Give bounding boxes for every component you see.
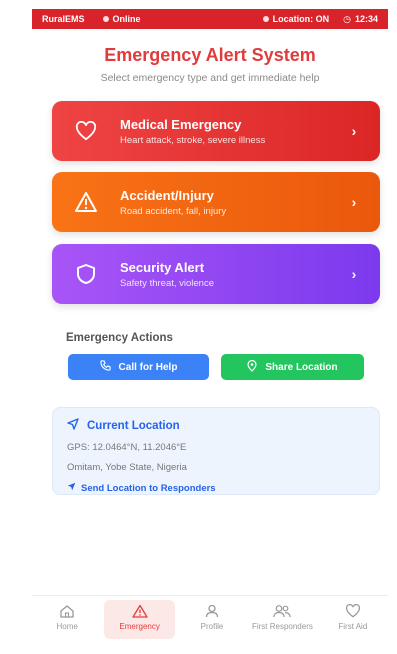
share-location-button[interactable]: Share Location xyxy=(221,354,364,380)
app-name: RuralEMS xyxy=(42,14,85,24)
online-dot-icon xyxy=(102,16,109,22)
alert-desc: Road accident, fall, injury xyxy=(120,205,227,217)
nav-profile[interactable]: Profile xyxy=(177,596,247,649)
nav-label: First Responders xyxy=(251,622,313,631)
nav-first-responders[interactable]: First Responders xyxy=(247,596,317,649)
share-label: Share Location xyxy=(265,361,338,373)
alert-title: Accident/Injury xyxy=(120,187,214,203)
alert-desc: Safety threat, violence xyxy=(120,277,214,289)
nav-first-aid[interactable]: First Aid xyxy=(318,596,388,649)
location-status: Location: ON xyxy=(272,14,330,24)
heart-icon xyxy=(72,117,100,145)
send-location-link[interactable]: Send Location to Responders xyxy=(67,482,365,494)
page-title: Emergency Alert System xyxy=(104,45,316,65)
alert-title: Medical Emergency xyxy=(120,116,242,132)
home-icon xyxy=(60,605,74,618)
medical-emergency-card[interactable]: Medical Emergency Heart attack, stroke, … xyxy=(52,101,380,161)
location-dot-icon xyxy=(262,16,269,22)
status-time: 12:34 xyxy=(354,14,378,24)
security-alert-card[interactable]: Security Alert Safety threat, violence › xyxy=(52,244,380,304)
nav-label: First Aid xyxy=(338,622,368,631)
chevron-right-icon: › xyxy=(351,266,357,282)
alert-desc: Heart attack, stroke, severe illness xyxy=(120,134,266,146)
accident-injury-card[interactable]: Accident/Injury Road accident, fall, inj… xyxy=(52,172,380,232)
gps-coordinates: GPS: 12.0464°N, 11.2046°E xyxy=(67,442,187,453)
page-subtitle: Select emergency type and get immediate … xyxy=(100,72,320,84)
bottom-navigation: Home Emergency Profile First Responders … xyxy=(32,595,388,649)
user-icon xyxy=(205,604,219,618)
users-icon xyxy=(273,605,292,618)
clock-icon: ◷ xyxy=(343,13,351,24)
status-bar: RuralEMS Online Location: ON ◷ 12:34 xyxy=(32,9,388,29)
warning-triangle-icon xyxy=(72,188,100,216)
chevron-right-icon: › xyxy=(351,123,357,139)
emergency-actions-title: Emergency Actions xyxy=(66,332,173,344)
navigation-arrow-icon xyxy=(67,418,79,433)
nav-home[interactable]: Home xyxy=(32,596,102,649)
app-screen: RuralEMS Online Location: ON ◷ 12:34 Eme… xyxy=(32,9,388,649)
nav-emergency[interactable]: Emergency xyxy=(104,600,175,639)
location-title: Current Location xyxy=(87,419,180,432)
phone-icon xyxy=(99,360,111,374)
call-label: Call for Help xyxy=(118,361,178,373)
current-location-card: Current Location GPS: 12.0464°N, 11.2046… xyxy=(52,407,380,495)
send-arrow-icon xyxy=(67,482,76,494)
nav-label: Profile xyxy=(200,622,224,631)
nav-label: Home xyxy=(56,622,78,631)
location-address: Omitam, Yobe State, Nigeria xyxy=(67,462,187,473)
nav-label: Emergency xyxy=(119,622,160,631)
alert-title: Security Alert xyxy=(120,259,205,275)
shield-icon xyxy=(72,260,100,288)
alert-triangle-icon xyxy=(131,604,148,618)
heart-outline-icon xyxy=(345,604,360,618)
connection-status: Online xyxy=(112,14,141,24)
call-for-help-button[interactable]: Call for Help xyxy=(68,354,209,380)
chevron-right-icon: › xyxy=(351,194,357,210)
send-location-label: Send Location to Responders xyxy=(81,482,216,494)
location-pin-icon xyxy=(247,359,257,375)
